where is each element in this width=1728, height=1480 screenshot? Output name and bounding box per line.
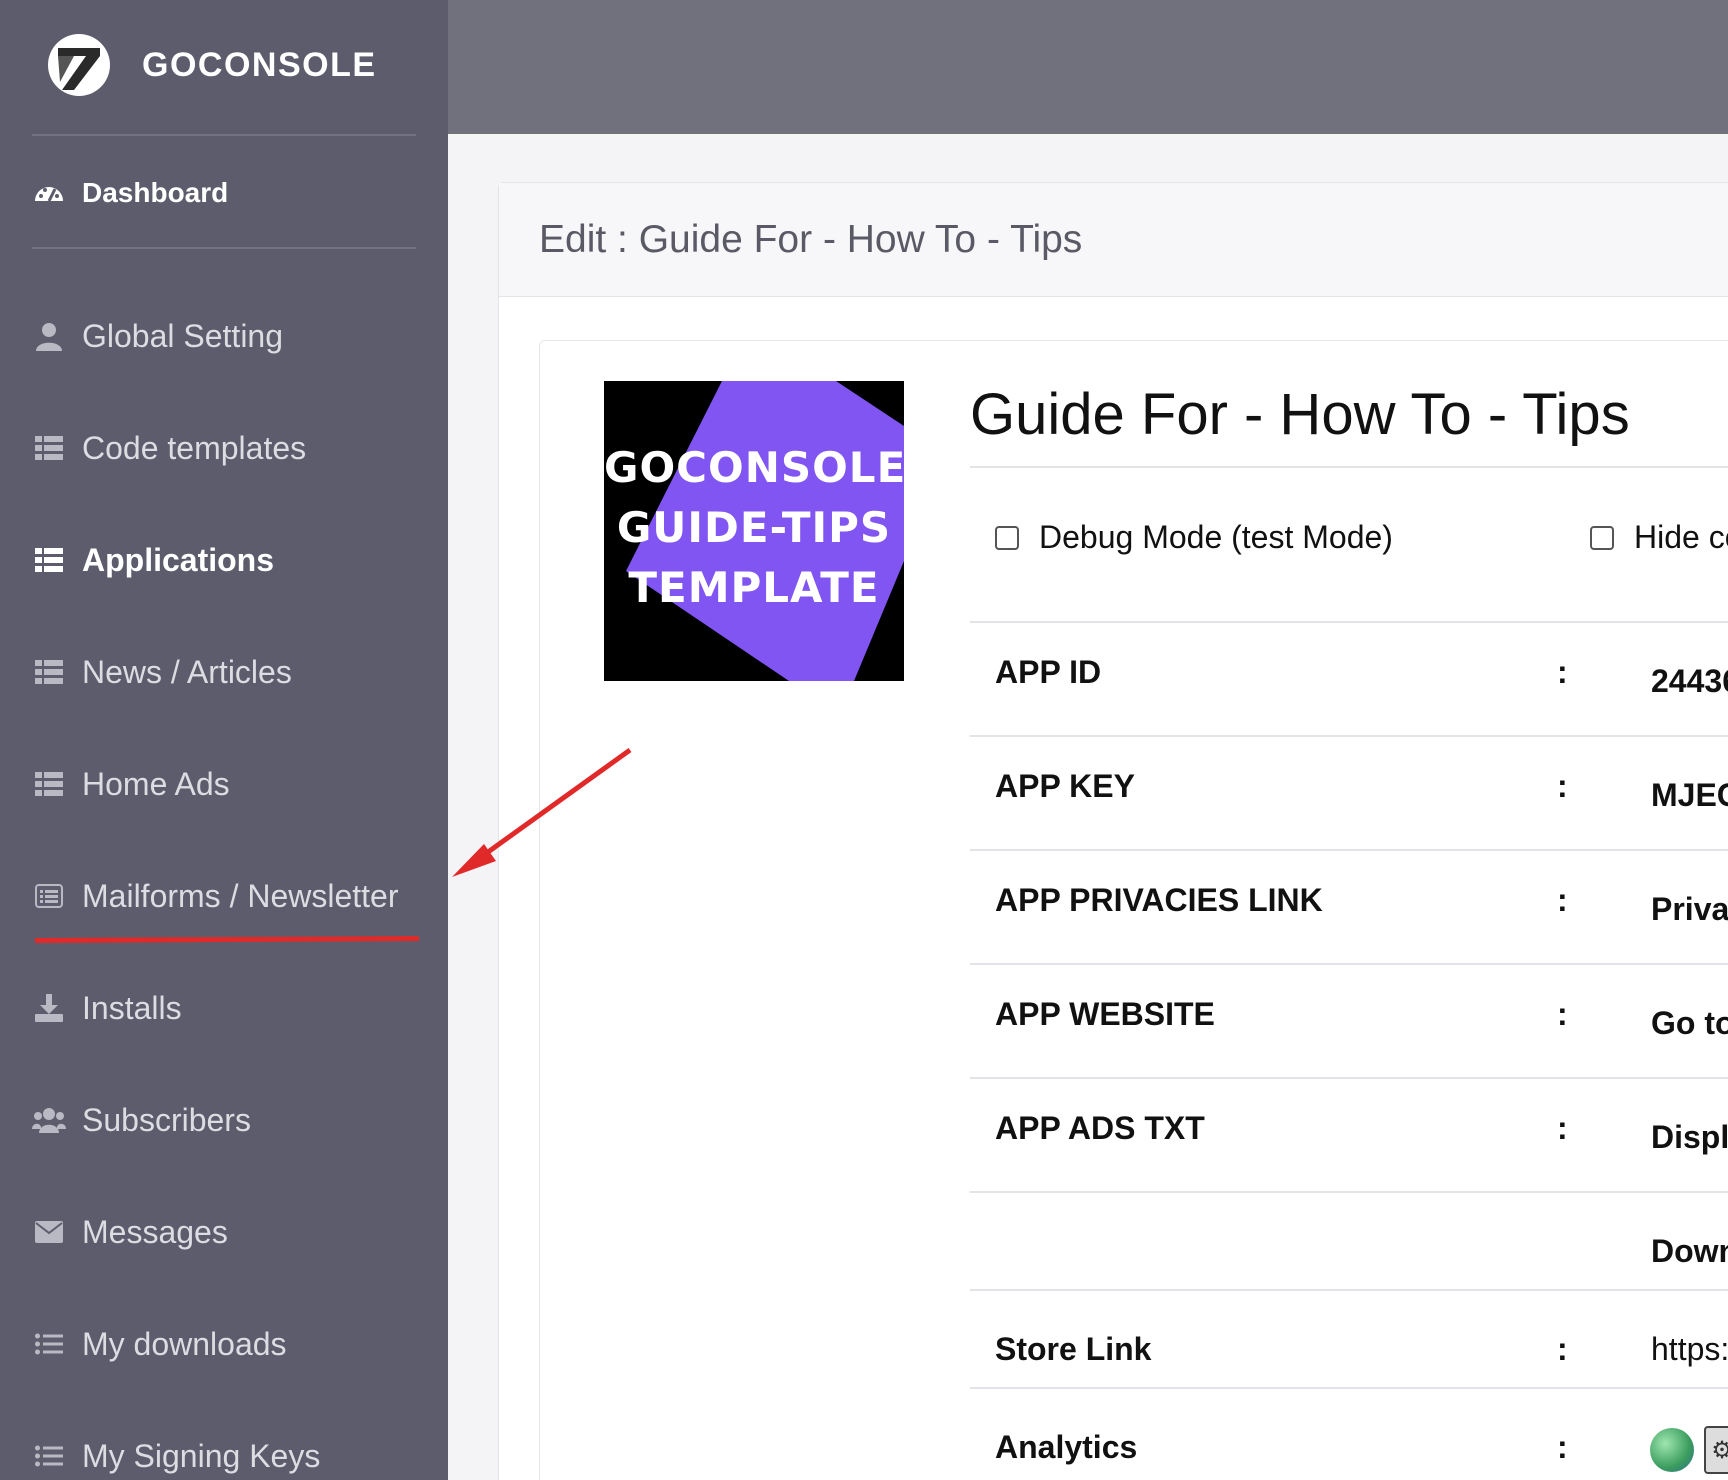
row-colon: : — [1557, 654, 1568, 690]
divider — [970, 849, 1728, 851]
list-icon — [32, 543, 66, 577]
top-bar — [448, 0, 1728, 134]
divider — [970, 1387, 1728, 1389]
globe-icon[interactable] — [1650, 1428, 1694, 1472]
app-image: GOCONSOLE GUIDE-TIPS TEMPLATE — [604, 381, 904, 681]
sidebar-item-news-articles[interactable]: News / Articles — [32, 642, 422, 702]
sidebar-item-subscribers[interactable]: Subscribers — [32, 1090, 422, 1150]
sidebar-item-messages[interactable]: Messages — [32, 1202, 422, 1262]
list-alt-icon — [32, 879, 66, 913]
divider — [970, 1077, 1728, 1079]
sidebar-item-label: Applications — [82, 541, 275, 578]
row-colon: : — [1557, 1110, 1568, 1146]
debug-mode-checkbox-row[interactable]: Debug Mode (test Mode) — [995, 519, 1393, 556]
list-icon — [32, 431, 66, 465]
sidebar-item-label: My Signing Keys — [82, 1437, 321, 1474]
row-value-app-key: MJEC — [1651, 777, 1728, 813]
list-icon — [32, 655, 66, 689]
card-header: Edit : Guide For - How To - Tips — [499, 183, 1728, 297]
row-colon: : — [1557, 1331, 1568, 1367]
annotation-arrow-icon — [452, 747, 632, 877]
page-title: Edit : Guide For - How To - Tips — [539, 217, 1083, 261]
sidebar-item-label: Subscribers — [82, 1101, 251, 1138]
sidebar-item-label: Home Ads — [82, 765, 230, 802]
row-colon: : — [1557, 768, 1568, 804]
users-icon — [32, 1103, 66, 1137]
sidebar-item-my-downloads[interactable]: My downloads — [32, 1314, 422, 1374]
sidebar-item-code-templates[interactable]: Code templates — [32, 418, 422, 478]
ads-txt-download-link[interactable]: Down — [1651, 1233, 1728, 1270]
row-colon: : — [1557, 1429, 1568, 1465]
hide-checkbox-row[interactable]: Hide co — [1590, 519, 1728, 556]
divider — [970, 735, 1728, 737]
sidebar-divider — [32, 134, 416, 136]
sidebar-item-label: Code templates — [82, 429, 307, 466]
privacy-link[interactable]: Priva — [1651, 891, 1728, 928]
divider — [970, 1191, 1728, 1193]
row-value-app-id: 24436 — [1651, 663, 1728, 699]
sidebar-item-label: My downloads — [82, 1325, 287, 1362]
edit-card: Edit : Guide For - How To - Tips GOCONSO… — [498, 182, 1728, 1480]
checkbox-label: Hide co — [1634, 519, 1728, 555]
list-ul-icon — [32, 1439, 66, 1473]
brand[interactable]: GOCONSOLE — [48, 34, 377, 96]
annotation-underline — [34, 935, 420, 944]
sidebar-item-home-ads[interactable]: Home Ads — [32, 754, 422, 814]
sidebar: GOCONSOLE Dashboard Global Setting Code … — [0, 0, 448, 1480]
sidebar-item-installs[interactable]: Installs — [32, 978, 422, 1038]
sidebar-item-my-signing-keys[interactable]: My Signing Keys — [32, 1426, 422, 1480]
app-title: Guide For - How To - Tips — [970, 382, 1630, 447]
app-image-text: GUIDE-TIPS — [616, 503, 892, 552]
row-label-app-ads-txt: APP ADS TXT — [995, 1110, 1205, 1146]
row-label-store-link: Store Link — [995, 1331, 1152, 1367]
row-label-app-key: APP KEY — [995, 768, 1135, 804]
sidebar-item-label: Mailforms / Newsletter — [82, 877, 399, 914]
tachometer-icon — [32, 176, 66, 210]
sidebar-item-label: Dashboard — [82, 177, 229, 208]
hide-checkbox[interactable] — [1590, 525, 1614, 550]
sidebar-divider — [32, 247, 416, 249]
app-detail-panel: GOCONSOLE GUIDE-TIPS TEMPLATE Guide For … — [539, 340, 1728, 1480]
row-label-app-privacies-link: APP PRIVACIES LINK — [995, 882, 1323, 918]
ads-txt-display-link[interactable]: Displ — [1651, 1119, 1728, 1156]
sidebar-item-label: Global Setting — [82, 317, 284, 354]
gear-icon[interactable]: ⚙ — [1704, 1426, 1728, 1474]
debug-mode-checkbox[interactable] — [995, 525, 1019, 550]
brand-name: GOCONSOLE — [142, 45, 377, 84]
sidebar-item-label: Messages — [82, 1213, 228, 1250]
divider — [970, 466, 1728, 468]
app-image-text: GOCONSOLE — [604, 443, 904, 492]
brand-logo-icon — [48, 34, 110, 96]
row-label-app-website: APP WEBSITE — [995, 996, 1215, 1032]
row-colon: : — [1557, 882, 1568, 918]
list-icon — [32, 767, 66, 801]
sidebar-item-label: Installs — [82, 989, 182, 1026]
divider — [970, 621, 1728, 623]
website-link[interactable]: Go to — [1651, 1005, 1728, 1042]
row-colon: : — [1557, 996, 1568, 1032]
divider — [970, 963, 1728, 965]
sidebar-item-dashboard[interactable]: Dashboard — [32, 163, 422, 223]
download-icon — [32, 991, 66, 1025]
envelope-icon — [32, 1215, 66, 1249]
user-icon — [32, 319, 66, 353]
app-image-text: TEMPLATE — [628, 563, 880, 612]
row-label-app-id: APP ID — [995, 654, 1102, 690]
store-link[interactable]: https: — [1651, 1331, 1728, 1368]
sidebar-item-mailforms-newsletter[interactable]: Mailforms / Newsletter — [32, 866, 422, 926]
list-ul-icon — [32, 1327, 66, 1361]
sidebar-item-applications[interactable]: Applications — [32, 530, 422, 590]
sidebar-item-global-setting[interactable]: Global Setting — [32, 306, 422, 366]
analytics-icons: ⚙ — [1650, 1426, 1728, 1474]
row-label-analytics: Analytics — [995, 1429, 1138, 1465]
divider — [970, 1289, 1728, 1291]
checkbox-label: Debug Mode (test Mode) — [1039, 519, 1393, 555]
sidebar-item-label: News / Articles — [82, 653, 292, 690]
